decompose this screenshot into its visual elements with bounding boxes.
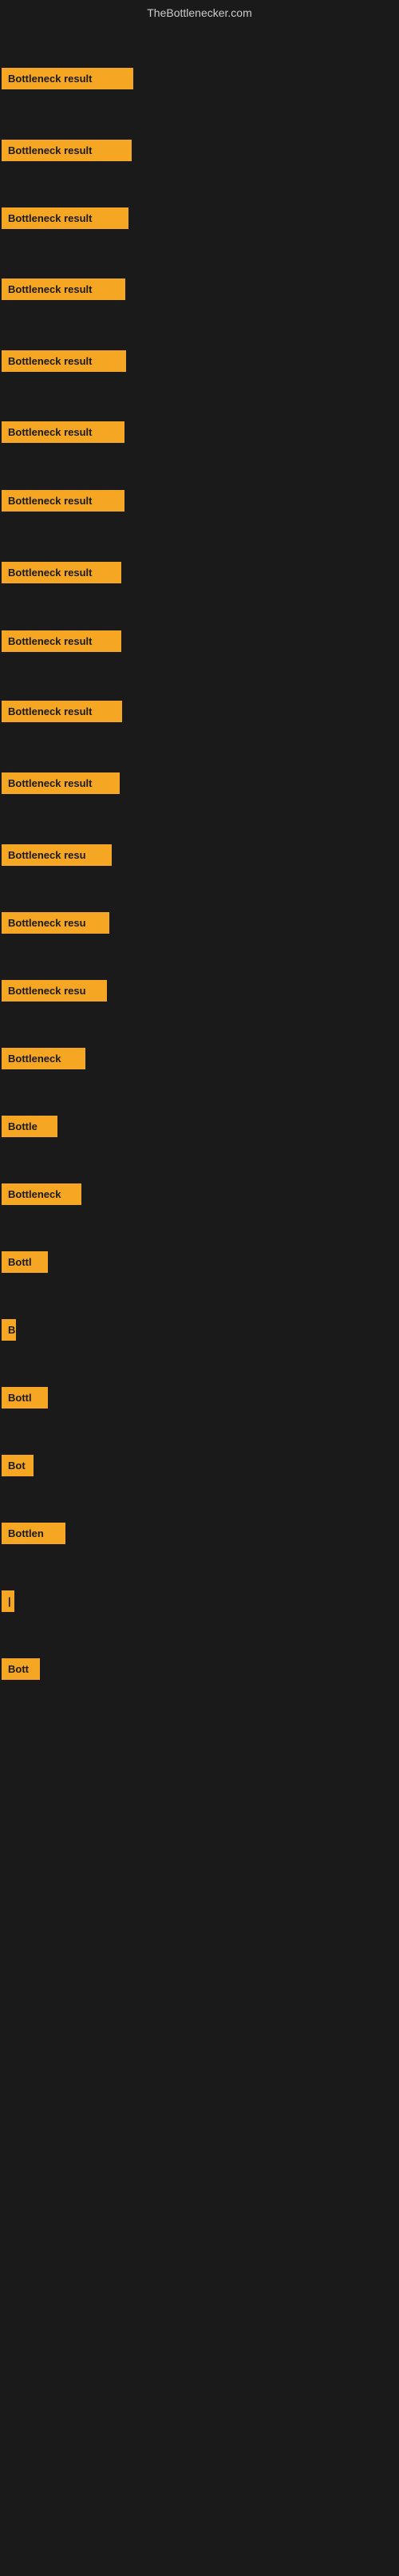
bar-row-11: Bottleneck resu [0,844,399,870]
site-title: TheBottlenecker.com [0,0,399,22]
bar-row-20: Bot [0,1455,399,1480]
bar-row-1: Bottleneck result [0,140,399,165]
bottleneck-bar-11: Bottleneck resu [2,844,112,866]
bar-row-8: Bottleneck result [0,630,399,656]
bottleneck-bar-20: Bot [2,1455,34,1476]
bar-row-14: Bottleneck [0,1048,399,1073]
bottleneck-bar-21: Bottlen [2,1523,65,1544]
bottleneck-bar-12: Bottleneck resu [2,912,109,934]
bar-row-19: Bottl [0,1387,399,1412]
bar-row-6: Bottleneck result [0,490,399,516]
bottleneck-bar-2: Bottleneck result [2,207,128,229]
bar-row-7: Bottleneck result [0,562,399,587]
bottleneck-bar-10: Bottleneck result [2,772,120,794]
bottleneck-bar-17: Bottl [2,1251,48,1273]
bar-row-5: Bottleneck result [0,421,399,447]
bottleneck-bar-15: Bottle [2,1116,57,1137]
bar-row-17: Bottl [0,1251,399,1277]
bottleneck-bar-6: Bottleneck result [2,490,124,512]
bottleneck-bar-3: Bottleneck result [2,279,125,300]
bar-row-16: Bottleneck [0,1183,399,1209]
bar-row-21: Bottlen [0,1523,399,1548]
bar-row-12: Bottleneck resu [0,912,399,938]
bar-row-3: Bottleneck result [0,279,399,304]
bottleneck-bar-23: Bott [2,1658,40,1680]
bar-row-0: Bottleneck result [0,68,399,93]
bottleneck-bar-16: Bottleneck [2,1183,81,1205]
bottleneck-bar-14: Bottleneck [2,1048,85,1069]
bar-row-4: Bottleneck result [0,350,399,376]
bottleneck-bar-8: Bottleneck result [2,630,121,652]
bar-row-22: | [0,1590,399,1616]
bottleneck-bar-5: Bottleneck result [2,421,124,443]
bar-row-13: Bottleneck resu [0,980,399,1006]
bar-row-18: B [0,1319,399,1345]
bar-row-10: Bottleneck result [0,772,399,798]
bottleneck-bar-7: Bottleneck result [2,562,121,583]
bottleneck-bar-4: Bottleneck result [2,350,126,372]
bar-row-9: Bottleneck result [0,701,399,726]
bottleneck-bar-9: Bottleneck result [2,701,122,722]
bar-row-15: Bottle [0,1116,399,1141]
bottleneck-bar-13: Bottleneck resu [2,980,107,1002]
bar-row-23: Bott [0,1658,399,1684]
bar-row-2: Bottleneck result [0,207,399,233]
bars-container: Bottleneck result Bottleneck result Bottle… [0,22,399,2576]
bottleneck-bar-22: | [2,1590,14,1612]
bottleneck-bar-1: Bottleneck result [2,140,132,161]
bottleneck-bar-18: B [2,1319,16,1341]
bottleneck-bar-19: Bottl [2,1387,48,1409]
bottleneck-bar-0: Bottleneck result [2,68,133,89]
